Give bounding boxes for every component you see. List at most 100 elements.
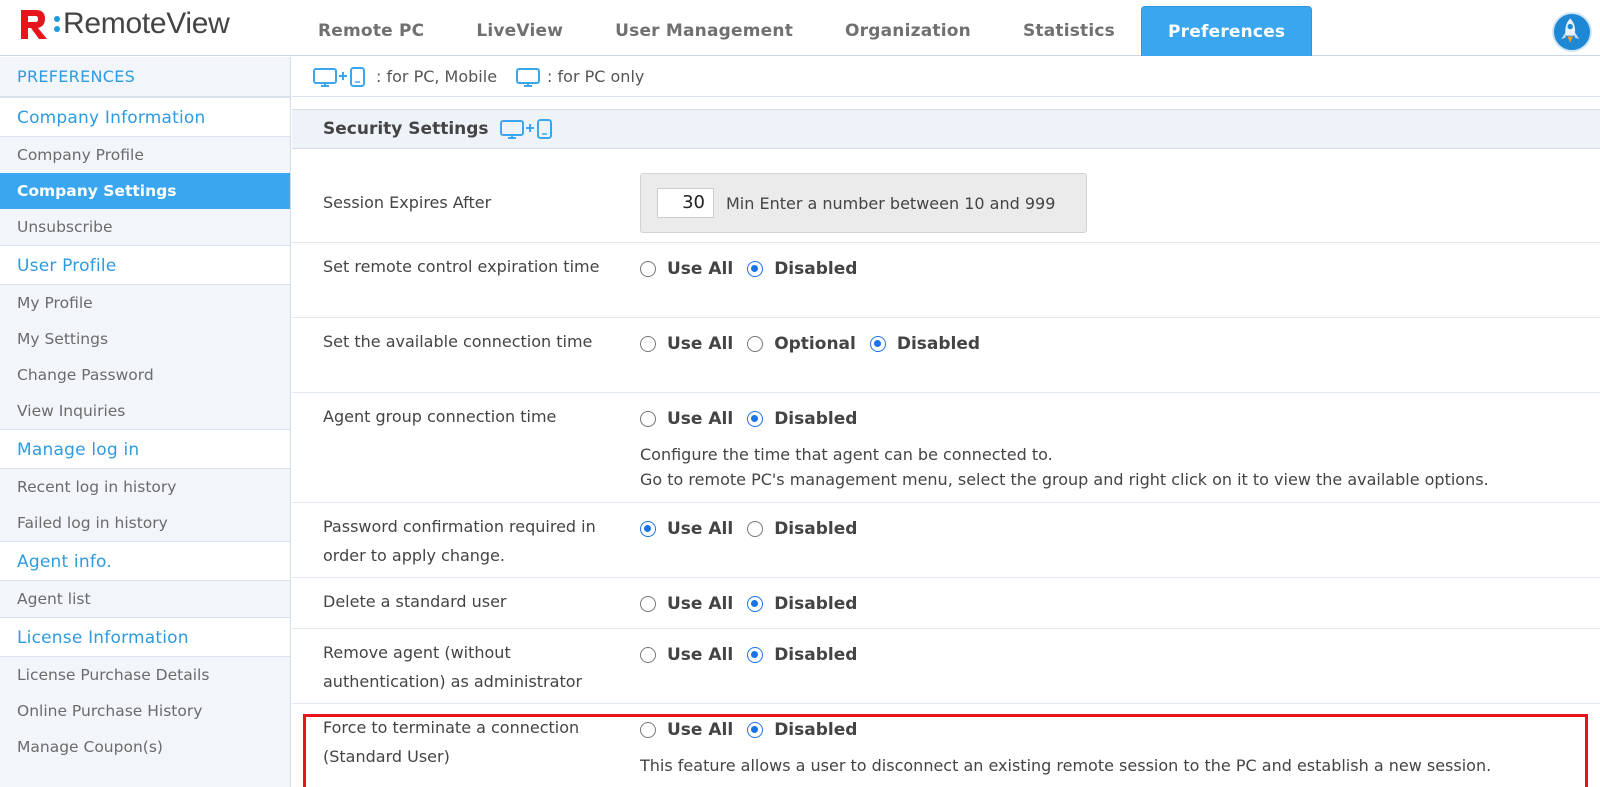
session-minutes-input[interactable]: 30 bbox=[657, 188, 714, 218]
settings-list: Session Expires After 30 Min Enter a num… bbox=[292, 150, 1600, 787]
radio-button-selected[interactable] bbox=[747, 411, 764, 427]
sidebar-heading: PREFERENCES bbox=[0, 57, 290, 97]
sidebar-group-agent-info[interactable]: Agent info. bbox=[0, 541, 290, 581]
setting-label: Force to terminate a connection (Standar… bbox=[323, 718, 580, 766]
tab-statistics[interactable]: Statistics bbox=[997, 6, 1141, 56]
tab-preferences[interactable]: Preferences bbox=[1141, 6, 1313, 56]
sidebar-item-agent-list[interactable]: Agent list bbox=[0, 581, 290, 617]
option-use-all[interactable]: Use All bbox=[640, 720, 733, 740]
radio-button-selected[interactable] bbox=[747, 596, 764, 612]
option-disabled[interactable]: Disabled bbox=[747, 720, 857, 740]
option-use-all[interactable]: Use All bbox=[640, 409, 733, 429]
legend-pc-only-label: : for PC only bbox=[547, 67, 645, 86]
session-hint: Min Enter a number between 10 and 999 bbox=[726, 193, 1056, 213]
main-content: : for PC, Mobile : for PC only Security … bbox=[292, 57, 1600, 787]
tab-remote-pc[interactable]: Remote PC bbox=[292, 6, 450, 56]
radio-button-selected[interactable] bbox=[869, 336, 886, 352]
sidebar-item-recent-log-in-history[interactable]: Recent log in history bbox=[0, 469, 290, 505]
sidebar-item-company-settings[interactable]: Company Settings bbox=[0, 173, 290, 209]
session-expiry-box: 30 Min Enter a number between 10 and 999 bbox=[640, 173, 1087, 233]
option-use-all[interactable]: Use All bbox=[640, 334, 733, 354]
option-label: Disabled bbox=[774, 720, 858, 740]
setting-row-available-connection-time: Set the available connection time Use Al… bbox=[292, 318, 1600, 393]
monitor-plus-mobile-icon bbox=[499, 119, 552, 139]
radio-button-selected[interactable] bbox=[747, 647, 764, 663]
remoteview-logo[interactable]: RemoteView bbox=[18, 4, 230, 44]
remoteview-r-icon bbox=[21, 10, 47, 39]
setting-description-detail: Go to remote PC's management menu, selec… bbox=[640, 470, 1489, 489]
sidebar-item-unsubscribe[interactable]: Unsubscribe bbox=[0, 209, 290, 245]
radio-group: Use All Optional Disabled bbox=[640, 334, 994, 354]
tab-organization[interactable]: Organization bbox=[819, 6, 997, 56]
radio-button-selected[interactable] bbox=[640, 521, 656, 537]
radio-group: Use All Disabled bbox=[640, 409, 871, 429]
logo-text: RemoteView bbox=[63, 7, 230, 40]
sidebar-group-license-information[interactable]: License Information bbox=[0, 617, 290, 657]
sidebar-item-license-purchase-details[interactable]: License Purchase Details bbox=[0, 657, 290, 693]
radio-button-selected[interactable] bbox=[747, 261, 764, 277]
option-label: Disabled bbox=[774, 594, 858, 614]
radio-button[interactable] bbox=[640, 722, 656, 738]
option-use-all[interactable]: Use All bbox=[640, 519, 733, 539]
setting-row-agent-group-connection-time: Agent group connection time Use All Disa… bbox=[292, 393, 1600, 503]
top-header: RemoteView Remote PC LiveView User Manag… bbox=[0, 0, 1600, 56]
sidebar-group-user-profile[interactable]: User Profile bbox=[0, 245, 290, 285]
security-settings-header: Security Settings bbox=[292, 109, 1600, 149]
option-label: Use All bbox=[667, 409, 734, 429]
radio-button[interactable] bbox=[640, 647, 656, 663]
setting-label: Set remote control expiration time bbox=[323, 257, 600, 276]
option-label: Disabled bbox=[774, 259, 858, 279]
radio-button[interactable] bbox=[640, 336, 656, 352]
radio-group: Use All Disabled bbox=[640, 519, 871, 539]
sidebar-item-manage-coupons[interactable]: Manage Coupon(s) bbox=[0, 729, 290, 765]
radio-group: Use All Disabled bbox=[640, 259, 871, 279]
section-title: Security Settings bbox=[323, 119, 489, 139]
sidebar-item-online-purchase-history[interactable]: Online Purchase History bbox=[0, 693, 290, 729]
radio-button[interactable] bbox=[747, 521, 764, 537]
option-use-all[interactable]: Use All bbox=[640, 259, 733, 279]
setting-label: Agent group connection time bbox=[323, 407, 557, 426]
option-disabled[interactable]: Disabled bbox=[747, 519, 857, 539]
sidebar-group-manage-log-in[interactable]: Manage log in bbox=[0, 429, 290, 469]
sidebar-item-company-profile[interactable]: Company Profile bbox=[0, 137, 290, 173]
radio-button[interactable] bbox=[640, 596, 656, 612]
radio-button[interactable] bbox=[640, 261, 656, 277]
option-disabled[interactable]: Disabled bbox=[747, 645, 857, 665]
option-optional[interactable]: Optional bbox=[747, 334, 856, 354]
tab-user-management[interactable]: User Management bbox=[589, 6, 819, 56]
legend-pc-mobile-label: : for PC, Mobile bbox=[376, 67, 498, 86]
logo-colon bbox=[54, 16, 60, 32]
option-label: Disabled bbox=[774, 645, 858, 665]
option-disabled[interactable]: Disabled bbox=[747, 409, 857, 429]
setting-row-remove-agent: Remove agent (without authentication) as… bbox=[292, 629, 1600, 704]
sidebar-item-view-inquiries[interactable]: View Inquiries bbox=[0, 393, 290, 429]
sidebar-item-my-settings[interactable]: My Settings bbox=[0, 321, 290, 357]
radio-button[interactable] bbox=[640, 411, 656, 427]
sidebar-item-my-profile[interactable]: My Profile bbox=[0, 285, 290, 321]
setting-row-delete-standard-user: Delete a standard user Use All Disabled bbox=[292, 578, 1600, 629]
radio-button[interactable] bbox=[747, 336, 764, 352]
setting-row-remote-control-expiration: Set remote control expiration time Use A… bbox=[292, 243, 1600, 318]
sidebar-group-company-information[interactable]: Company Information bbox=[0, 97, 290, 137]
user-avatar[interactable] bbox=[1552, 12, 1592, 52]
option-label: Disabled bbox=[774, 409, 858, 429]
option-label: Use All bbox=[667, 594, 734, 614]
option-use-all[interactable]: Use All bbox=[640, 645, 733, 665]
preferences-sidebar: PREFERENCES Company Information Company … bbox=[0, 57, 291, 787]
radio-group: Use All Disabled bbox=[640, 594, 871, 614]
option-use-all[interactable]: Use All bbox=[640, 594, 733, 614]
setting-row-password-confirmation: Password confirmation required in order … bbox=[292, 503, 1600, 578]
radio-group: Use All Disabled bbox=[640, 645, 871, 665]
sidebar-item-failed-log-in-history[interactable]: Failed log in history bbox=[0, 505, 290, 541]
radio-button-selected[interactable] bbox=[747, 722, 764, 738]
setting-label: Password confirmation required in order … bbox=[323, 517, 596, 565]
option-label: Use All bbox=[667, 645, 734, 665]
sidebar-item-change-password[interactable]: Change Password bbox=[0, 357, 290, 393]
option-disabled[interactable]: Disabled bbox=[869, 334, 980, 354]
option-disabled[interactable]: Disabled bbox=[747, 259, 857, 279]
tab-liveview[interactable]: LiveView bbox=[450, 6, 589, 56]
option-label: Use All bbox=[667, 720, 734, 740]
option-disabled[interactable]: Disabled bbox=[747, 594, 857, 614]
setting-description: This feature allows a user to disconnect… bbox=[640, 756, 1492, 775]
setting-row-force-terminate-connection: Force to terminate a connection (Standar… bbox=[292, 704, 1600, 787]
